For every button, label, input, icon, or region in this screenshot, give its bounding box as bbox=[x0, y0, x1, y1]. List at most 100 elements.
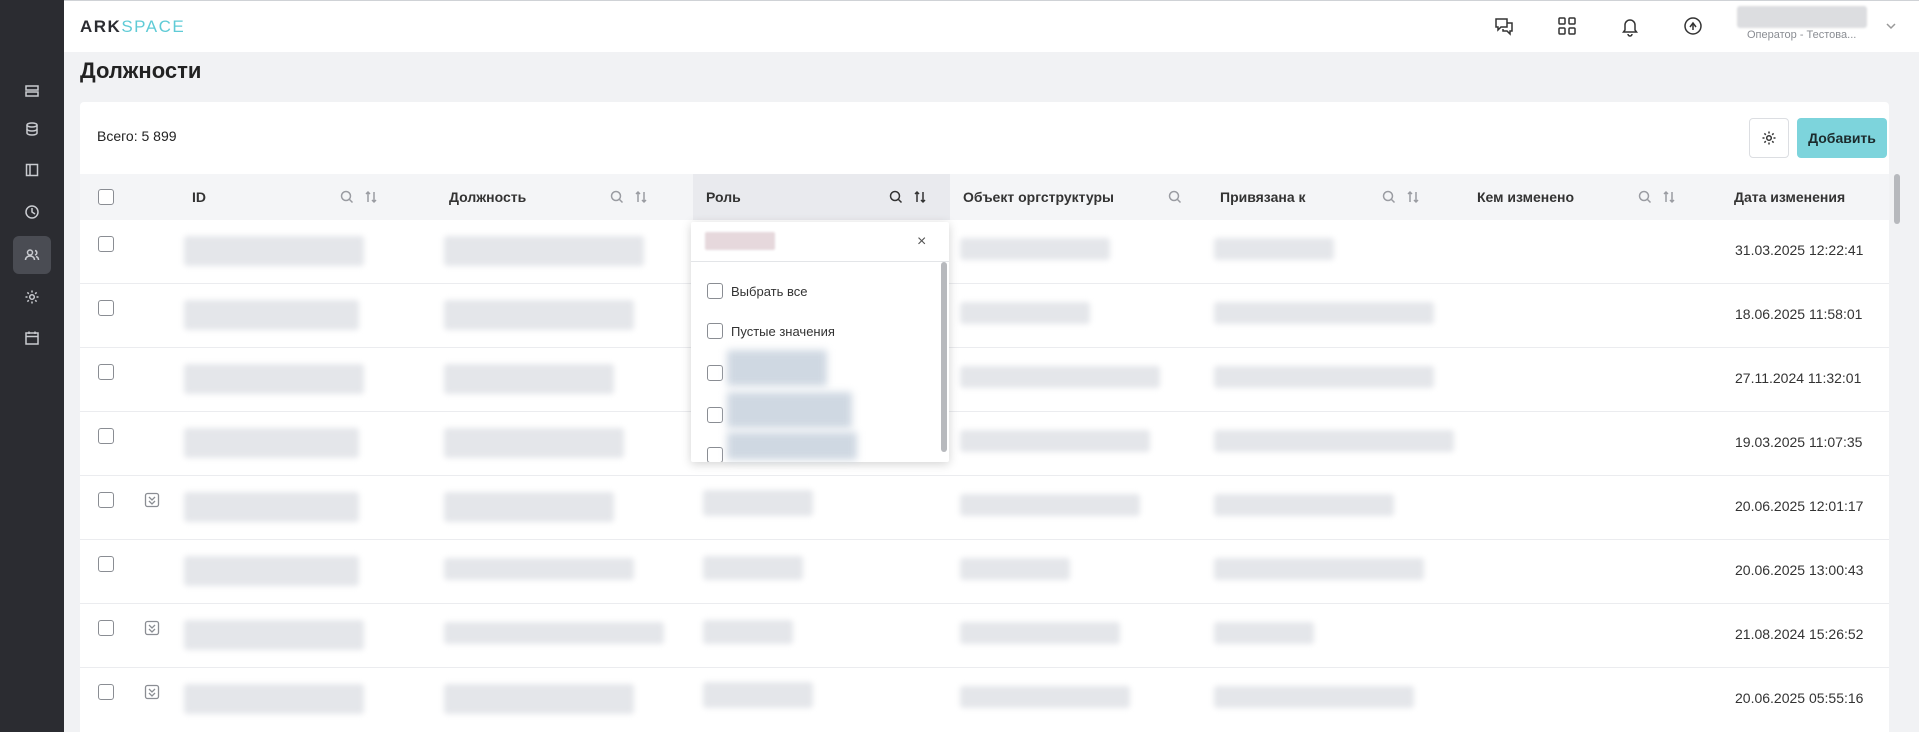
redacted-bound-to bbox=[1214, 366, 1434, 388]
select-all-checkbox[interactable] bbox=[707, 283, 723, 299]
role-filter-dropdown: × Выбрать все Пустые значения bbox=[691, 222, 949, 462]
redacted-id bbox=[184, 556, 359, 586]
redacted-option bbox=[727, 392, 852, 428]
sort-icon[interactable] bbox=[1405, 189, 1421, 205]
book-icon[interactable] bbox=[13, 151, 51, 189]
row-checkbox[interactable] bbox=[98, 556, 114, 572]
sort-icon[interactable] bbox=[633, 189, 649, 205]
redacted-id bbox=[184, 620, 364, 650]
modified-date: 18.06.2025 11:58:01 bbox=[1735, 306, 1863, 322]
calendar-icon[interactable] bbox=[13, 319, 51, 357]
redacted-bound-to bbox=[1214, 622, 1314, 644]
redacted-position bbox=[444, 364, 614, 394]
redacted-role bbox=[703, 682, 813, 708]
column-header-position[interactable]: Должность bbox=[436, 174, 693, 220]
option-checkbox[interactable] bbox=[707, 447, 723, 462]
table-row[interactable]: 18.06.2025 11:58:01 bbox=[80, 284, 1889, 348]
redacted-bound-to bbox=[1214, 430, 1454, 452]
row-checkbox[interactable] bbox=[98, 684, 114, 700]
table-row[interactable]: 20.06.2025 13:00:43 bbox=[80, 540, 1889, 604]
table-row[interactable]: 21.08.2024 15:26:52 bbox=[80, 604, 1889, 668]
sort-icon[interactable] bbox=[912, 189, 928, 205]
sidebar bbox=[0, 0, 64, 732]
role-filter-search[interactable]: × bbox=[691, 222, 949, 262]
modified-date: 31.03.2025 12:22:41 bbox=[1735, 242, 1864, 258]
search-icon[interactable] bbox=[339, 189, 355, 205]
redacted-id bbox=[184, 492, 359, 522]
search-icon[interactable] bbox=[609, 189, 625, 205]
redacted-position bbox=[444, 492, 614, 522]
table-row[interactable]: 19.03.2025 11:07:35 bbox=[80, 412, 1889, 476]
option-checkbox[interactable] bbox=[707, 365, 723, 381]
table-settings-button[interactable] bbox=[1749, 118, 1789, 158]
filter-empty-values[interactable]: Пустые значения bbox=[707, 321, 835, 341]
header-select-all bbox=[80, 174, 160, 220]
expand-chevron-icon[interactable] bbox=[144, 492, 160, 508]
app-logo[interactable]: ARKSPACE bbox=[80, 17, 185, 37]
positions-card: Всего: 5 899 Добавить ID Должность Роль bbox=[80, 102, 1889, 732]
redacted-id bbox=[184, 428, 359, 458]
table-row[interactable]: 31.03.2025 12:22:41 bbox=[80, 220, 1889, 284]
column-header-modified-by[interactable]: Кем изменено bbox=[1464, 174, 1721, 220]
search-icon[interactable] bbox=[1381, 189, 1397, 205]
chevron-down-icon[interactable] bbox=[1884, 19, 1898, 33]
search-icon[interactable] bbox=[1167, 189, 1183, 205]
redacted-org-object bbox=[960, 622, 1120, 644]
notifications-bell-icon[interactable] bbox=[1617, 13, 1643, 39]
user-menu[interactable]: Оператор - Тестова... bbox=[1737, 6, 1882, 46]
queue-icon[interactable] bbox=[13, 72, 51, 110]
redacted-position bbox=[444, 684, 634, 714]
row-checkbox[interactable] bbox=[98, 428, 114, 444]
dropdown-scrollbar[interactable] bbox=[941, 262, 947, 452]
row-checkbox[interactable] bbox=[98, 492, 114, 508]
redacted-bound-to bbox=[1214, 238, 1334, 260]
column-header-id[interactable]: ID bbox=[179, 174, 436, 220]
sort-icon[interactable] bbox=[1661, 189, 1677, 205]
modified-date: 27.11.2024 11:32:01 bbox=[1735, 370, 1862, 386]
redacted-org-object bbox=[960, 430, 1150, 452]
column-header-bound-to[interactable]: Привязана к bbox=[1207, 174, 1464, 220]
redacted-bound-to bbox=[1214, 494, 1394, 516]
sort-icon[interactable] bbox=[363, 189, 379, 205]
apps-grid-icon[interactable] bbox=[1554, 13, 1580, 39]
option-checkbox[interactable] bbox=[707, 407, 723, 423]
table-row[interactable]: 27.11.2024 11:32:01 bbox=[80, 348, 1889, 412]
column-header-org-object[interactable]: Объект оргструктуры bbox=[950, 174, 1207, 220]
filter-option[interactable] bbox=[707, 363, 723, 383]
redacted-id bbox=[184, 236, 364, 266]
expand-chevron-icon[interactable] bbox=[144, 620, 160, 636]
filter-option[interactable] bbox=[707, 447, 723, 462]
row-checkbox[interactable] bbox=[98, 620, 114, 636]
main-scrollbar[interactable] bbox=[1894, 174, 1900, 224]
table-header: ID Должность Роль Объект оргструктуры Пр… bbox=[80, 174, 1889, 220]
select-all-checkbox[interactable] bbox=[98, 189, 114, 205]
row-checkbox[interactable] bbox=[98, 236, 114, 252]
settings-gear-icon[interactable] bbox=[13, 278, 51, 316]
table-row[interactable]: 20.06.2025 05:55:16 bbox=[80, 668, 1889, 732]
support-chat-icon[interactable] bbox=[1491, 13, 1517, 39]
filter-select-all[interactable]: Выбрать все bbox=[707, 281, 807, 301]
modified-date: 20.06.2025 05:55:16 bbox=[1735, 690, 1864, 706]
redacted-bound-to bbox=[1214, 686, 1414, 708]
users-icon[interactable] bbox=[13, 236, 51, 274]
redacted-bound-to bbox=[1214, 558, 1424, 580]
column-header-modified-date[interactable]: Дата изменения bbox=[1721, 174, 1889, 220]
modified-date: 21.08.2024 15:26:52 bbox=[1735, 626, 1864, 642]
redacted-position bbox=[444, 236, 644, 266]
search-icon[interactable] bbox=[888, 189, 904, 205]
sync-icon[interactable] bbox=[1680, 13, 1706, 39]
search-icon[interactable] bbox=[1637, 189, 1653, 205]
expand-chevron-icon[interactable] bbox=[144, 684, 160, 700]
empty-values-checkbox[interactable] bbox=[707, 323, 723, 339]
database-icon[interactable] bbox=[13, 110, 51, 148]
close-icon[interactable]: × bbox=[917, 233, 926, 251]
row-checkbox[interactable] bbox=[98, 300, 114, 316]
redacted-position bbox=[444, 428, 624, 458]
clock-icon[interactable] bbox=[13, 193, 51, 231]
redacted-id bbox=[184, 684, 364, 714]
add-button[interactable]: Добавить bbox=[1797, 118, 1887, 158]
filter-option[interactable] bbox=[707, 405, 723, 425]
table-row[interactable]: 20.06.2025 12:01:17 bbox=[80, 476, 1889, 540]
column-header-role[interactable]: Роль bbox=[693, 174, 950, 220]
row-checkbox[interactable] bbox=[98, 364, 114, 380]
